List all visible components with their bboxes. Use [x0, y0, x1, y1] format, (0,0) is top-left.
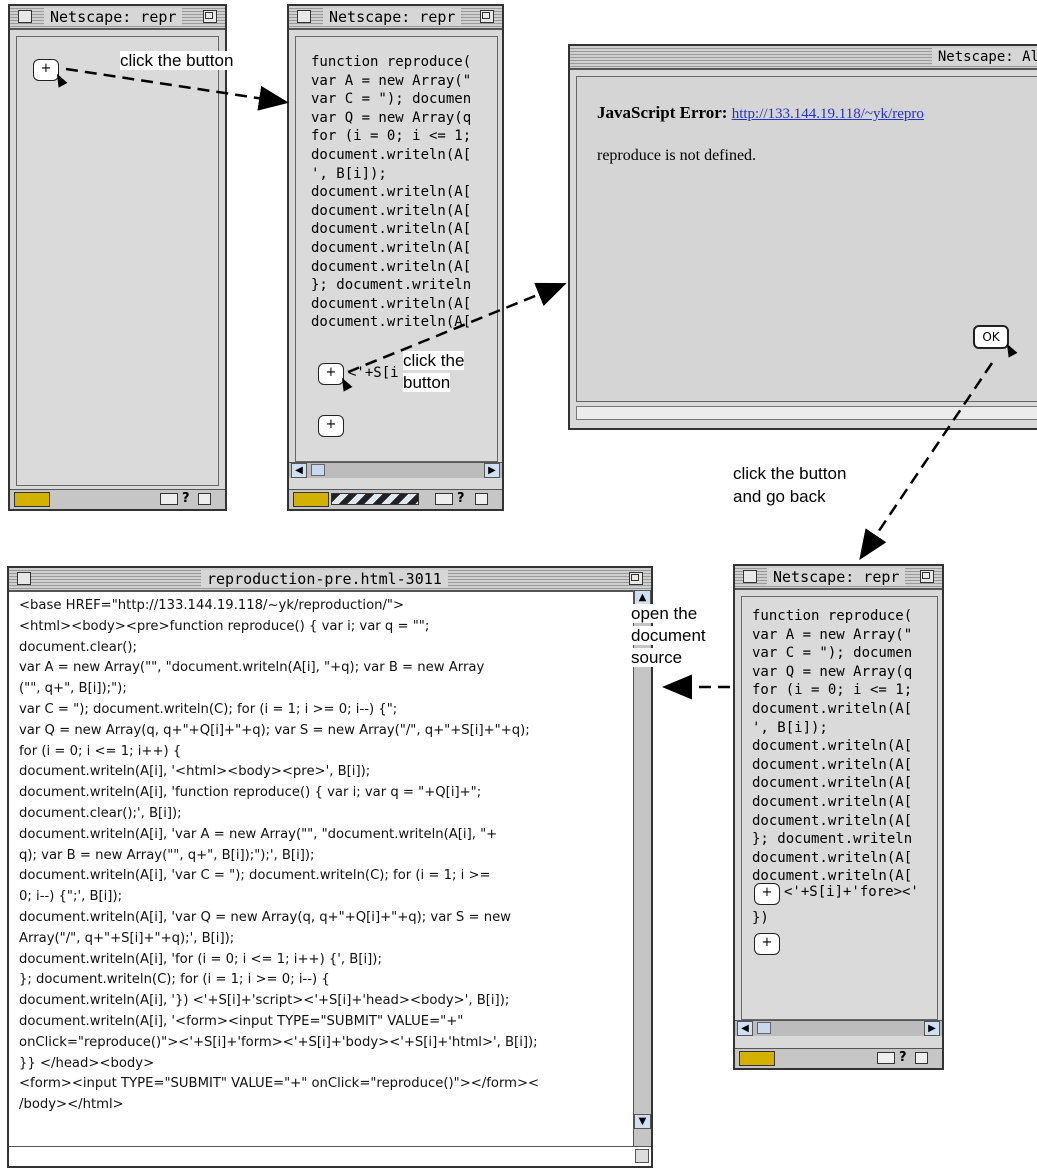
arrow-alert-to-window3	[859, 362, 994, 561]
arrow-window2-to-alert	[347, 282, 567, 374]
flow-arrows	[65, 67, 994, 700]
arrow-window1-to-window2	[65, 67, 289, 111]
